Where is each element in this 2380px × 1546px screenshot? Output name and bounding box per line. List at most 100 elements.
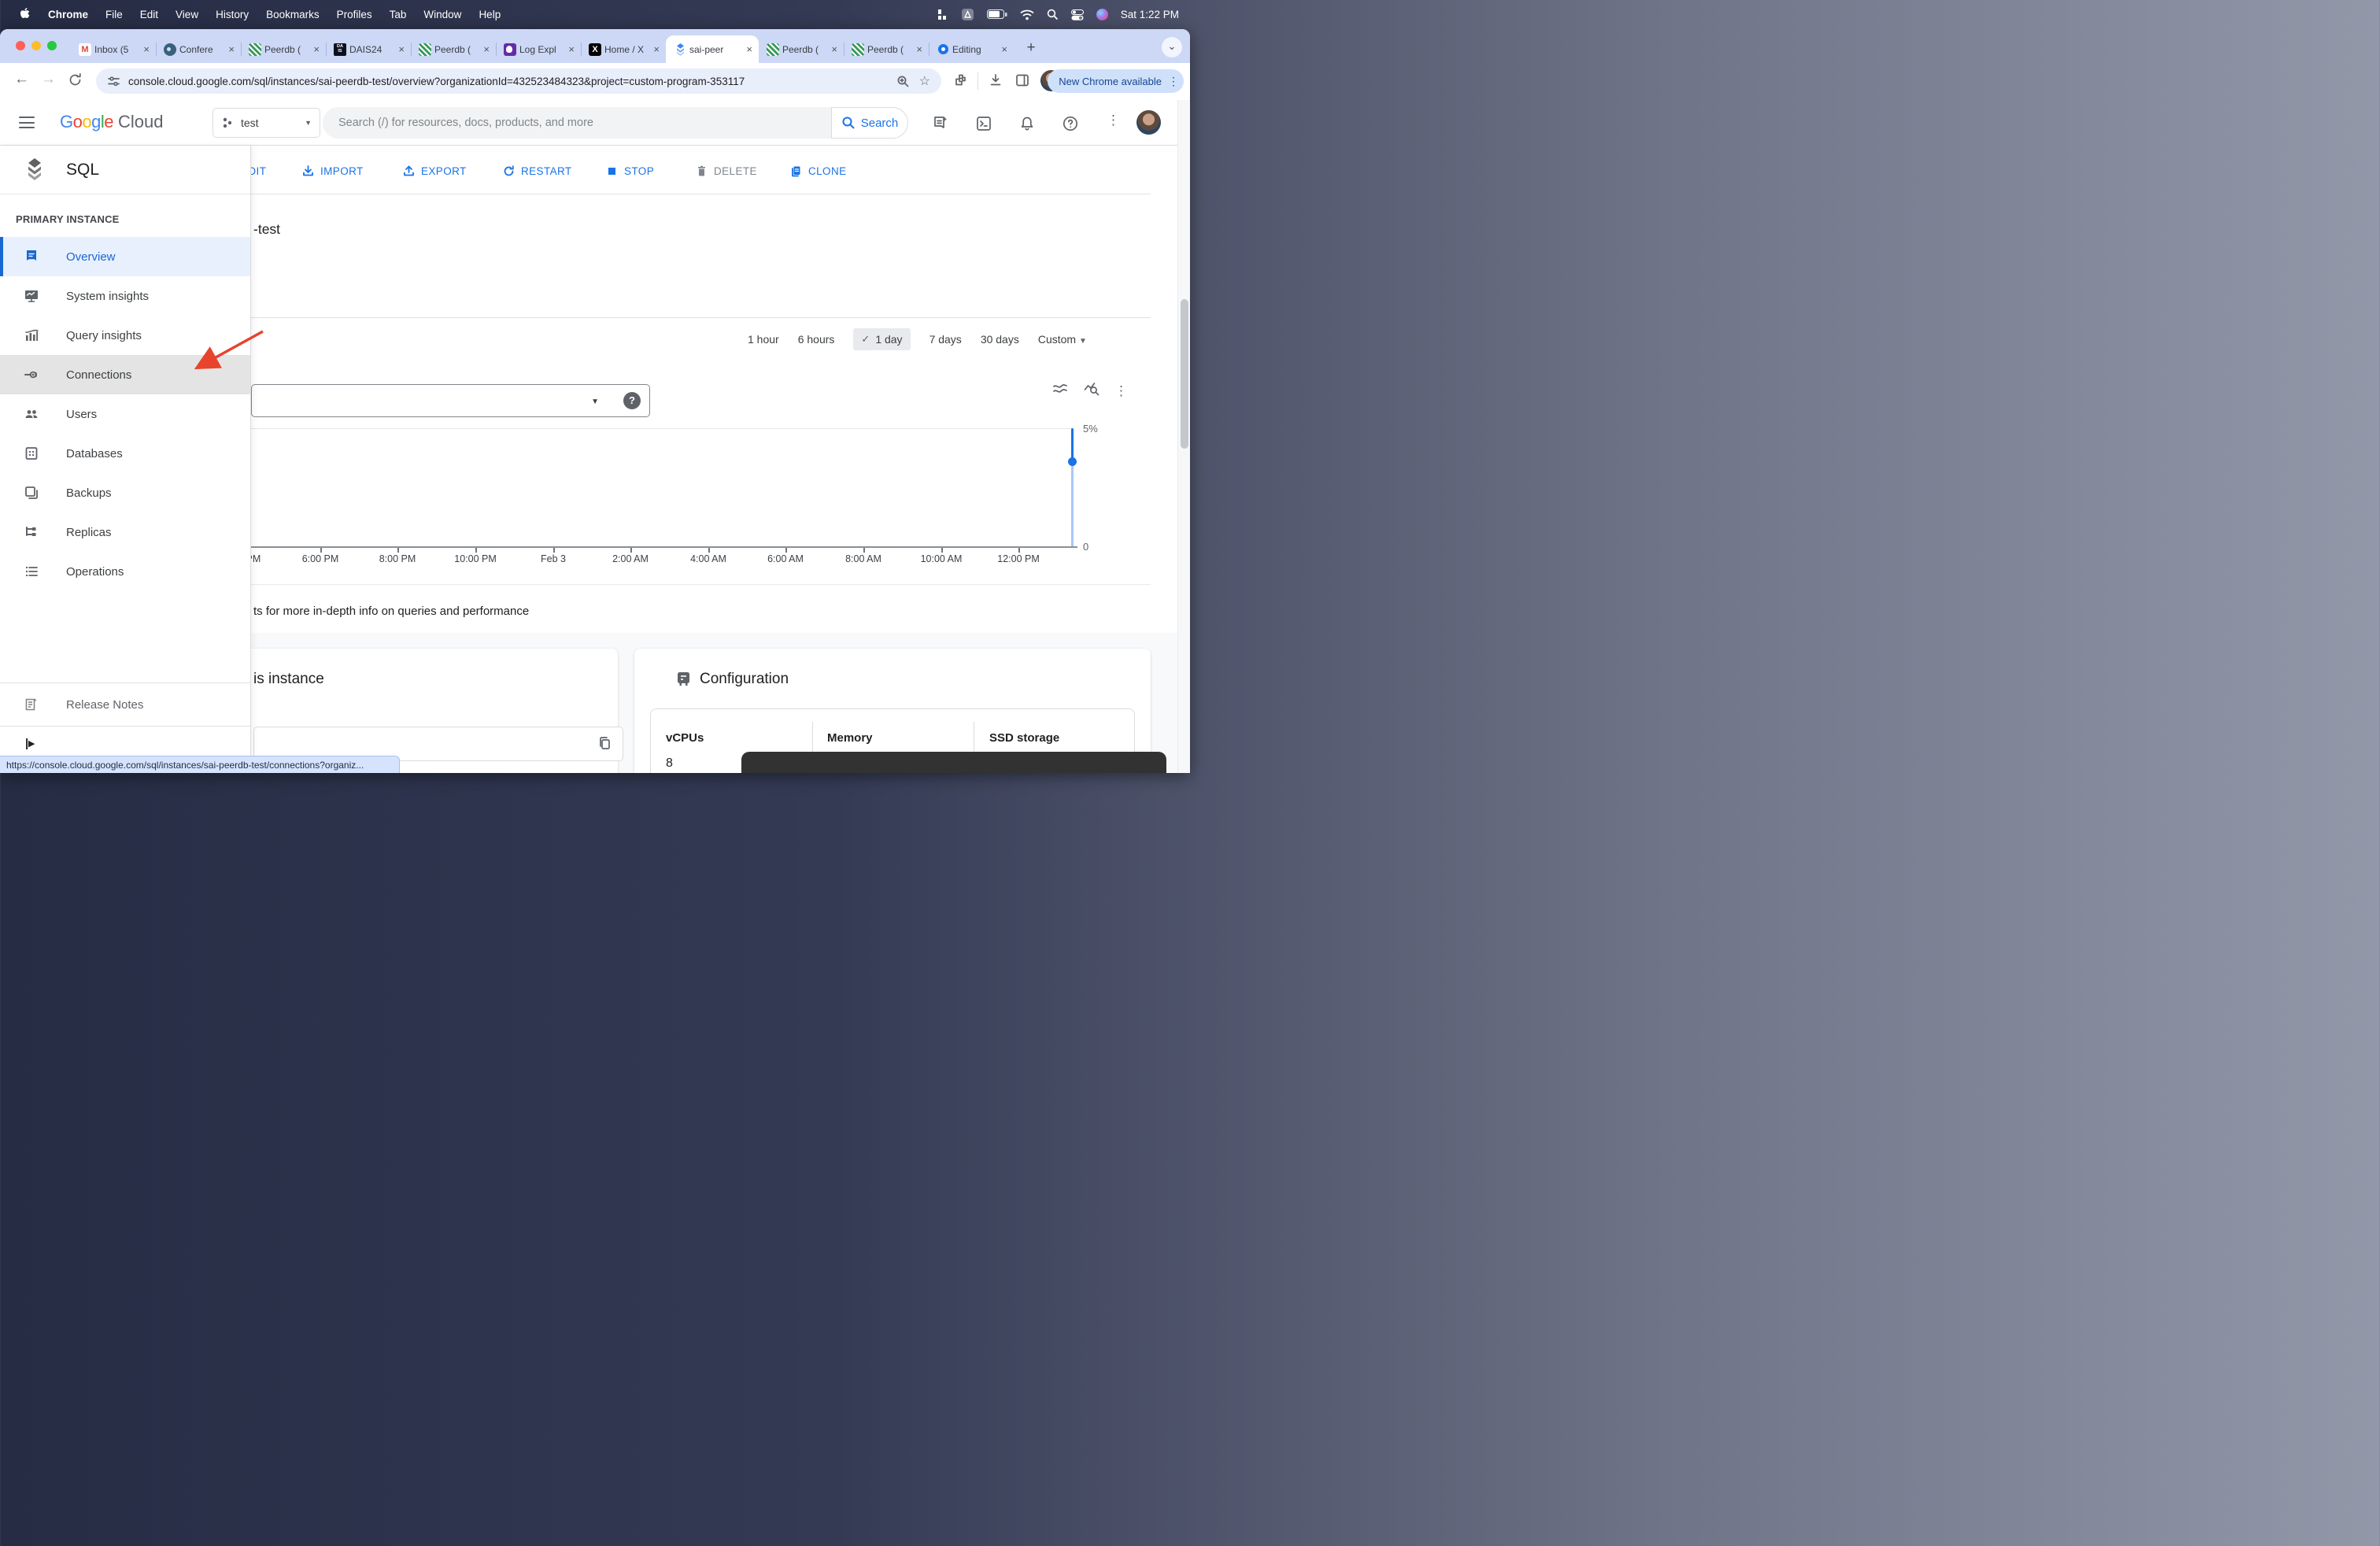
close-tab-icon[interactable]: × xyxy=(567,43,576,55)
range-custom[interactable]: Custom ▼ xyxy=(1038,333,1087,346)
menubar-item-edit[interactable]: Edit xyxy=(132,9,166,20)
collapse-sidebar-toggle[interactable]: |▸ xyxy=(25,736,35,750)
delete-button[interactable]: DELETE xyxy=(695,160,757,182)
reload-button[interactable] xyxy=(68,72,83,92)
extensions-icon[interactable] xyxy=(954,73,968,92)
menubar-item-profiles[interactable]: Profiles xyxy=(329,9,380,20)
url-text[interactable]: console.cloud.google.com/sql/instances/s… xyxy=(128,76,896,87)
close-window-button[interactable] xyxy=(16,41,25,50)
import-button[interactable]: IMPORT xyxy=(301,160,364,182)
sidebar-item-operations[interactable]: Operations xyxy=(0,552,250,591)
more-options-icon[interactable]: ⋮ xyxy=(1107,113,1118,130)
tab-peerdb-1[interactable]: Peerdb ( × xyxy=(241,35,326,63)
sidebar-item-system-insights[interactable]: System insights xyxy=(0,276,250,316)
forward-button[interactable]: → xyxy=(41,71,56,88)
sidebar-item-connections[interactable]: Connections xyxy=(0,355,250,394)
zoom-page-icon[interactable] xyxy=(896,75,910,88)
side-panel-icon[interactable] xyxy=(1015,73,1029,92)
sidebar-item-databases[interactable]: Databases xyxy=(0,434,250,473)
scrollbar-thumb[interactable] xyxy=(1181,299,1188,449)
minimize-window-button[interactable] xyxy=(31,41,41,50)
new-tab-button[interactable]: + xyxy=(1020,37,1042,59)
menubar-item-help[interactable]: Help xyxy=(471,9,508,20)
menubar-item-chrome[interactable]: Chrome xyxy=(40,9,96,20)
range-1-hour[interactable]: 1 hour xyxy=(748,333,779,346)
close-tab-icon[interactable]: × xyxy=(830,43,839,55)
help-icon[interactable] xyxy=(1062,115,1079,132)
menubar-item-tab[interactable]: Tab xyxy=(382,9,415,20)
tab-log-explorer[interactable]: Log Expl × xyxy=(496,35,581,63)
stats-icon[interactable] xyxy=(937,9,948,20)
range-7-days[interactable]: 7 days xyxy=(929,333,962,346)
restart-button[interactable]: RESTART xyxy=(502,160,572,182)
tab-sai-peerdb-active[interactable]: sai-peer × xyxy=(666,35,759,63)
browser-menu-icon[interactable]: ⋮ xyxy=(1168,75,1179,88)
site-settings-icon[interactable] xyxy=(107,75,120,88)
tab-search-button[interactable]: ⌄ xyxy=(1162,37,1182,57)
menubar-item-window[interactable]: Window xyxy=(416,9,469,20)
metric-select-dropdown[interactable]: ▼ xyxy=(251,384,650,417)
range-1-day-selected[interactable]: ✓1 day xyxy=(853,328,910,350)
project-picker[interactable]: test ▼ xyxy=(213,108,320,138)
spotlight-search-icon[interactable] xyxy=(1047,9,1059,20)
explore-data-icon[interactable] xyxy=(1083,380,1100,401)
range-30-days[interactable]: 30 days xyxy=(981,333,1019,346)
chart-more-options-icon[interactable]: ⋮ xyxy=(1114,383,1128,399)
close-tab-icon[interactable]: × xyxy=(915,43,924,55)
menubar-item-history[interactable]: History xyxy=(208,9,257,20)
sidebar-item-replicas[interactable]: Replicas xyxy=(0,512,250,552)
chart-data-point[interactable] xyxy=(1068,457,1077,466)
close-tab-icon[interactable]: × xyxy=(227,43,236,55)
utility-app-icon[interactable] xyxy=(961,8,974,21)
close-tab-icon[interactable]: × xyxy=(312,43,321,55)
metric-help-icon[interactable]: ? xyxy=(623,392,641,409)
close-tab-icon[interactable]: × xyxy=(482,43,491,55)
tab-peerdb-4[interactable]: Peerdb ( × xyxy=(844,35,929,63)
sidebar-item-backups[interactable]: Backups xyxy=(0,473,250,512)
release-notes-feed-icon[interactable] xyxy=(932,115,949,132)
downloads-icon[interactable] xyxy=(989,73,1003,92)
global-search-input[interactable]: Search (/) for resources, docs, products… xyxy=(323,107,831,139)
notifications-bell-icon[interactable] xyxy=(1018,115,1036,132)
nav-menu-button[interactable] xyxy=(19,117,35,128)
account-avatar[interactable] xyxy=(1136,110,1161,135)
apple-menu-icon[interactable] xyxy=(13,8,39,22)
update-chrome-pill[interactable]: New Chrome available ⋮ xyxy=(1048,69,1184,93)
back-button[interactable]: ← xyxy=(14,71,29,88)
sidebar-item-query-insights[interactable]: Query insights xyxy=(0,316,250,355)
tab-dais24[interactable]: DAIS DAIS24 × xyxy=(326,35,411,63)
siri-icon[interactable] xyxy=(1096,9,1108,20)
scrollbar-track[interactable] xyxy=(1177,100,1190,773)
wifi-icon[interactable] xyxy=(1020,9,1034,20)
cloud-shell-icon[interactable] xyxy=(975,115,992,132)
close-tab-icon[interactable]: × xyxy=(745,43,754,55)
tab-x-home[interactable]: X Home / X × xyxy=(581,35,666,63)
sidebar-item-users[interactable]: Users xyxy=(0,394,250,434)
range-6-hours[interactable]: 6 hours xyxy=(798,333,835,346)
tab-editing[interactable]: Editing × xyxy=(929,35,1014,63)
close-tab-icon[interactable]: × xyxy=(1000,43,1009,55)
menubar-item-file[interactable]: File xyxy=(98,9,131,20)
menubar-item-bookmarks[interactable]: Bookmarks xyxy=(258,9,327,20)
omnibox[interactable]: console.cloud.google.com/sql/instances/s… xyxy=(96,68,941,94)
menubar-clock[interactable]: Sat 1:22 PM xyxy=(1121,9,1179,20)
export-button[interactable]: EXPORT xyxy=(402,160,467,182)
control-center-icon[interactable] xyxy=(1071,9,1084,20)
close-tab-icon[interactable]: × xyxy=(142,43,151,55)
tab-peerdb-3[interactable]: Peerdb ( × xyxy=(759,35,844,63)
google-cloud-logo[interactable]: GoogleCloud xyxy=(60,112,164,132)
bookmark-star-icon[interactable]: ☆ xyxy=(919,73,930,89)
sidebar-item-overview[interactable]: Overview xyxy=(0,237,250,276)
stop-button[interactable]: STOP xyxy=(605,160,654,182)
search-button[interactable]: Search xyxy=(831,107,908,139)
menubar-item-view[interactable]: View xyxy=(168,9,206,20)
sidebar-item-release-notes[interactable]: Release Notes xyxy=(0,685,250,724)
close-tab-icon[interactable]: × xyxy=(652,43,661,55)
tab-inbox[interactable]: M Inbox (5 × xyxy=(71,35,156,63)
close-tab-icon[interactable]: × xyxy=(397,43,406,55)
zoom-window-button[interactable] xyxy=(47,41,57,50)
overlay-charts-icon[interactable] xyxy=(1051,380,1069,401)
clone-button[interactable]: CLONE xyxy=(789,160,847,182)
copy-icon[interactable] xyxy=(597,736,612,754)
tab-peerdb-2[interactable]: Peerdb ( × xyxy=(411,35,496,63)
